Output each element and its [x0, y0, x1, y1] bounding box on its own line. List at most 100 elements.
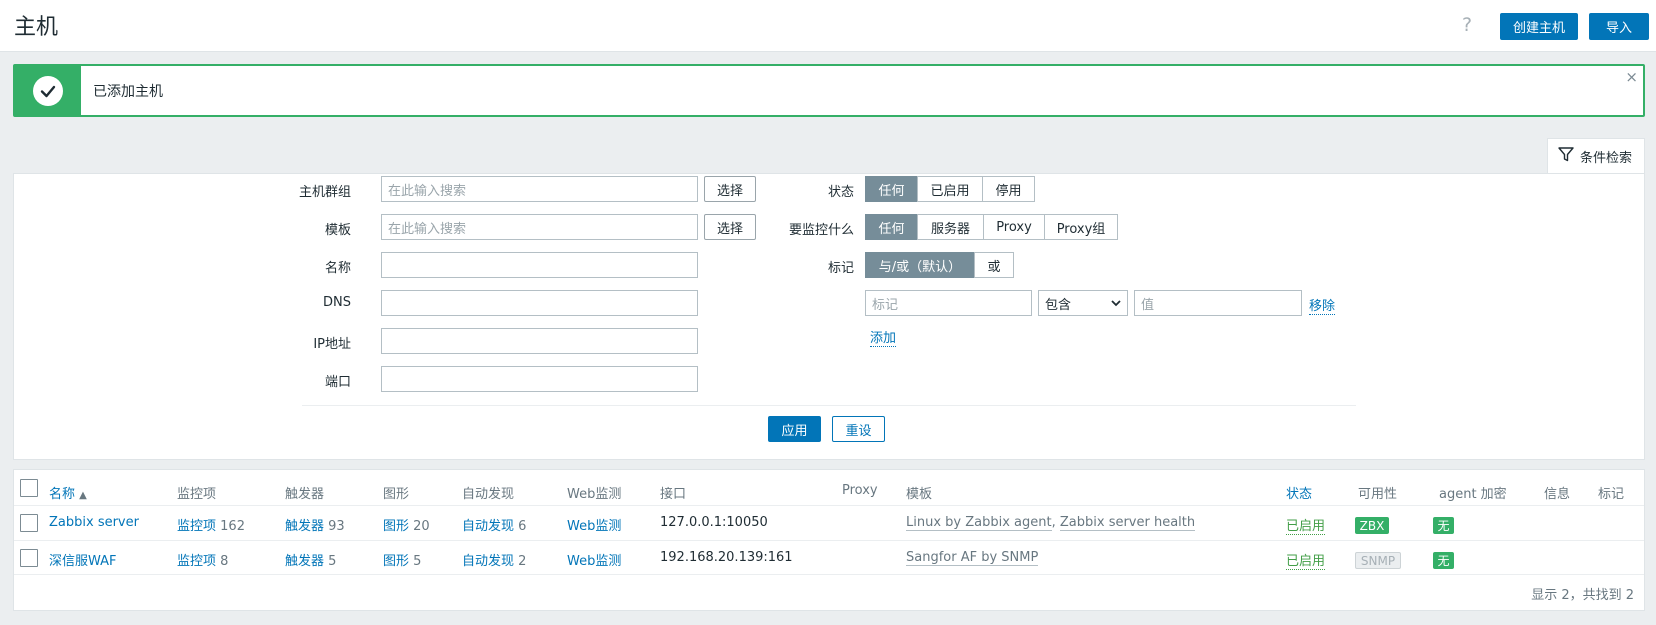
page-title: 主机	[14, 15, 59, 40]
dns-input[interactable]	[381, 290, 698, 316]
web-link[interactable]: Web监测	[567, 550, 621, 569]
discovery-link[interactable]: 自动发现 2	[462, 550, 526, 569]
monitored-by-option-any[interactable]: 任何	[865, 214, 918, 240]
create-host-button[interactable]: 创建主机	[1500, 13, 1578, 40]
host-groups-select-button[interactable]: 选择	[704, 176, 756, 202]
discovery-count: 2	[518, 554, 527, 569]
graphs-label: 图形	[383, 554, 410, 569]
apply-button[interactable]: 应用	[768, 416, 821, 442]
encryption-badge: 无	[1433, 517, 1454, 534]
status-option-disabled[interactable]: 停用	[982, 176, 1035, 202]
templates-select-button[interactable]: 选择	[704, 214, 756, 240]
tag-remove-link[interactable]: 移除	[1309, 295, 1336, 315]
tag-name-input[interactable]: 标记	[865, 290, 1032, 316]
host-name-link[interactable]: 深信服WAF	[49, 550, 117, 569]
items-count: 162	[220, 519, 245, 534]
monitored-by-segment: 任何 服务器 Proxy Proxy组	[865, 214, 1118, 240]
ip-input[interactable]	[381, 328, 698, 354]
status-toggle[interactable]: 已启用	[1286, 550, 1326, 570]
success-message: 已添加主机 ×	[13, 64, 1645, 117]
tags-label: 标记	[827, 261, 854, 276]
status-label: 已启用	[1286, 519, 1326, 535]
triggers-link[interactable]: 触发器 93	[285, 515, 345, 534]
templates-input[interactable]: 在此输入搜索	[381, 214, 698, 240]
message-text: 已添加主机	[93, 84, 163, 100]
tags-option-and-or[interactable]: 与/或（默认）	[865, 252, 975, 278]
host-name-link[interactable]: Zabbix server	[49, 515, 139, 530]
discovery-link[interactable]: 自动发现 6	[462, 515, 526, 534]
interface-value: 127.0.0.1:10050	[660, 515, 768, 530]
header-interface: 接口	[660, 487, 687, 502]
filter-divider	[302, 405, 1356, 406]
reset-button[interactable]: 重设	[832, 416, 885, 442]
template-link[interactable]: Sangfor AF by SNMP	[906, 550, 1039, 566]
filter-icon	[1558, 147, 1574, 166]
tag-add-link[interactable]: 添加	[870, 327, 897, 347]
monitored-by-option-server[interactable]: 服务器	[917, 214, 984, 240]
tag-add-label: 添加	[870, 331, 897, 347]
status-toggle[interactable]: 已启用	[1286, 515, 1326, 535]
items-link[interactable]: 监控项 162	[177, 515, 245, 534]
monitored-by-option-proxy-group[interactable]: Proxy组	[1044, 214, 1118, 240]
host-groups-input[interactable]: 在此输入搜索	[381, 176, 698, 202]
graphs-count: 5	[413, 554, 422, 569]
header-tags: 标记	[1598, 487, 1625, 502]
filter-tab[interactable]: 条件检索	[1547, 138, 1645, 174]
name-input[interactable]	[381, 252, 698, 278]
items-link[interactable]: 监控项 8	[177, 550, 228, 569]
tag-operator-value: 包含	[1045, 297, 1072, 313]
template-link[interactable]: Zabbix server health	[1059, 515, 1196, 531]
items-label: 监控项	[177, 519, 217, 534]
row-checkbox[interactable]	[20, 514, 38, 532]
graphs-link[interactable]: 图形 20	[383, 515, 430, 534]
status-label: 状态	[827, 185, 854, 200]
port-input[interactable]	[381, 366, 698, 392]
header-proxy: Proxy	[842, 483, 878, 498]
row-checkbox[interactable]	[20, 549, 38, 567]
tags-option-or[interactable]: 或	[974, 252, 1014, 278]
check-icon	[33, 75, 63, 106]
help-icon[interactable]: ?	[1462, 14, 1472, 36]
template-link[interactable]: Linux by Zabbix agent	[906, 515, 1052, 531]
header-name[interactable]: 名称 ▲	[49, 483, 87, 502]
import-button[interactable]: 导入	[1589, 13, 1649, 40]
select-all-checkbox[interactable]	[20, 479, 38, 497]
status-option-enabled[interactable]: 已启用	[917, 176, 983, 202]
templates-cell: Linux by Zabbix agent, Zabbix server hea…	[906, 515, 1196, 531]
triggers-link[interactable]: 触发器 5	[285, 550, 336, 569]
header-status[interactable]: 状态	[1286, 483, 1312, 502]
discovery-count: 6	[518, 519, 527, 534]
header-info: 信息	[1544, 487, 1571, 502]
monitored-by-option-proxy[interactable]: Proxy	[983, 214, 1045, 240]
status-segment: 任何 已启用 停用	[865, 176, 1035, 202]
header-triggers: 触发器	[285, 487, 325, 502]
availability-badge: SNMP	[1355, 552, 1401, 569]
filter-tab-label: 条件检索	[1580, 151, 1633, 166]
sort-asc-icon: ▲	[79, 490, 87, 501]
tag-remove-label: 移除	[1309, 299, 1336, 315]
page-header: 主机 ? 创建主机 导入	[0, 0, 1656, 52]
host-groups-label: 主机群组	[298, 185, 351, 200]
status-option-any[interactable]: 任何	[865, 176, 918, 202]
header-discovery: 自动发现	[462, 487, 515, 502]
tags-eval-segment: 与/或（默认） 或	[865, 252, 1014, 278]
ip-label: IP地址	[313, 337, 351, 352]
templates-cell: Sangfor AF by SNMP	[906, 550, 1039, 566]
graphs-link[interactable]: 图形 5	[383, 550, 421, 569]
header-name-label: 名称	[49, 487, 76, 502]
row-divider	[14, 574, 1644, 575]
header-graphs: 图形	[383, 487, 410, 502]
web-link[interactable]: Web监测	[567, 515, 621, 534]
graphs-label: 图形	[383, 519, 410, 534]
close-icon[interactable]: ×	[1625, 68, 1638, 86]
success-icon-box	[15, 66, 81, 115]
items-label: 监控项	[177, 554, 217, 569]
tag-value-input[interactable]: 值	[1134, 290, 1302, 316]
status-label: 已启用	[1286, 554, 1326, 570]
chevron-down-icon	[1111, 296, 1121, 311]
encryption-badge: 无	[1433, 552, 1454, 569]
header-items: 监控项	[177, 487, 217, 502]
tag-operator-select[interactable]: 包含	[1038, 290, 1128, 316]
name-label: 名称	[324, 261, 351, 276]
items-count: 8	[220, 554, 229, 569]
